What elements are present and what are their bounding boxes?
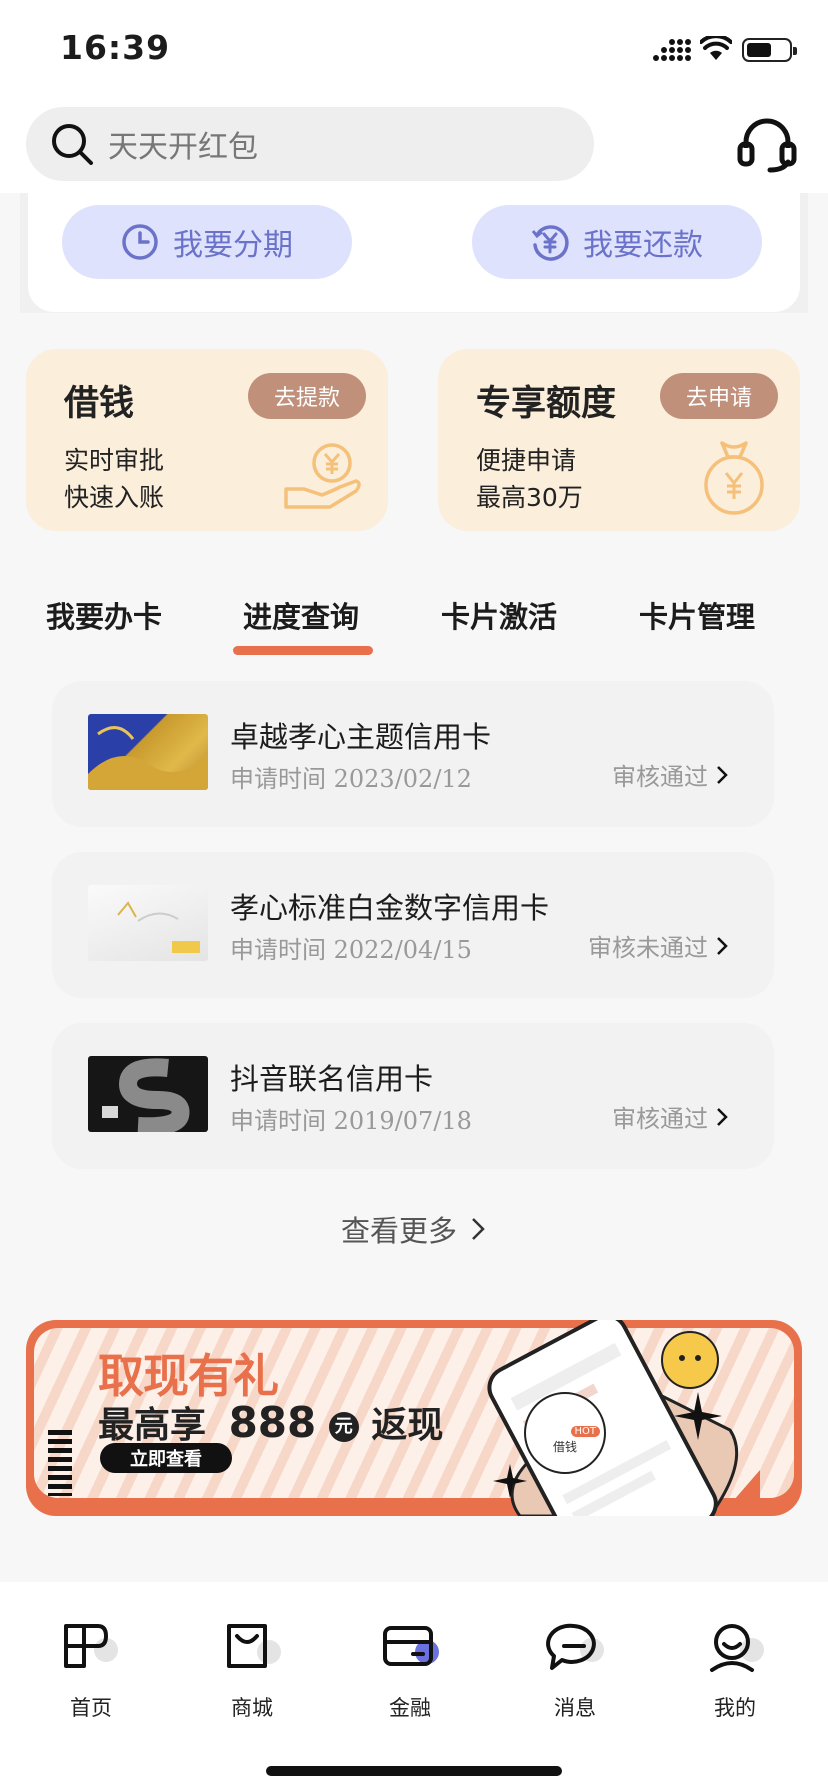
application-item[interactable]: 卓越孝心主题信用卡 申请时间 2023/02/12 审核通过 bbox=[52, 681, 774, 827]
view-more-link[interactable]: 查看更多 bbox=[0, 1208, 828, 1250]
battery-icon bbox=[742, 38, 797, 62]
nav-home[interactable]: 首页 bbox=[31, 1620, 151, 1722]
barcode-decoration bbox=[48, 1430, 72, 1496]
nav-finance-label: 金融 bbox=[389, 1696, 431, 1720]
chevron-right-icon bbox=[472, 1218, 485, 1240]
card-name: 孝心标准白金数字信用卡 bbox=[230, 891, 550, 925]
hot-label: HOT bbox=[570, 1426, 600, 1437]
nav-profile[interactable]: 我的 bbox=[675, 1620, 795, 1722]
cellular-signal-icon bbox=[653, 39, 691, 61]
customer-service-icon[interactable] bbox=[736, 116, 798, 174]
shop-bag-icon bbox=[227, 1624, 281, 1668]
message-icon bbox=[546, 1623, 604, 1670]
nav-shop-label: 商城 bbox=[231, 1696, 273, 1720]
application-date: 申请时间 2022/04/15 bbox=[230, 936, 472, 964]
status-text: 审核通过 bbox=[612, 763, 708, 791]
search-bar[interactable]: 天天开红包 bbox=[26, 107, 594, 181]
withdraw-button[interactable]: 去提款 bbox=[247, 373, 366, 419]
installment-button[interactable]: 我要分期 bbox=[62, 205, 352, 279]
card-thumbnail bbox=[88, 885, 208, 961]
installment-label: 我要分期 bbox=[173, 228, 293, 263]
profile-icon bbox=[710, 1624, 764, 1672]
status-text: 审核通过 bbox=[612, 1105, 708, 1133]
nav-home-label: 首页 bbox=[70, 1696, 112, 1720]
application-date: 申请时间 2019/07/18 bbox=[230, 1107, 472, 1135]
hand-coin-icon bbox=[284, 443, 361, 509]
home-indicator bbox=[266, 1766, 562, 1776]
review-status[interactable]: 审核通过 bbox=[612, 757, 730, 792]
card-name: 抖音联名信用卡 bbox=[230, 1062, 434, 1096]
borrow-hot-badge: HOT 借钱 bbox=[524, 1392, 606, 1474]
banner-subtitle-prefix: 最高享 bbox=[98, 1405, 207, 1446]
chevron-right-icon bbox=[717, 936, 728, 955]
active-tab-indicator bbox=[233, 646, 373, 655]
tab-activate[interactable]: 卡片激活 bbox=[441, 594, 557, 636]
card-thumbnail bbox=[88, 714, 208, 790]
view-more-label: 查看更多 bbox=[340, 1214, 457, 1248]
application-date: 申请时间 2023/02/12 bbox=[230, 765, 472, 793]
tab-progress[interactable]: 进度查询 bbox=[243, 594, 359, 636]
chip-label: 借钱 bbox=[552, 1439, 577, 1454]
banner-unit: 元 bbox=[328, 1412, 359, 1442]
status-text: 审核未通过 bbox=[588, 934, 708, 962]
home-icon bbox=[64, 1624, 118, 1668]
search-placeholder: 天天开红包 bbox=[108, 130, 258, 165]
nav-finance[interactable]: 金融 bbox=[350, 1620, 470, 1722]
phone-illustration bbox=[487, 1320, 760, 1516]
nav-messages-label: 消息 bbox=[554, 1696, 596, 1720]
review-status[interactable]: 审核未通过 bbox=[588, 928, 730, 963]
tab-apply-card[interactable]: 我要办卡 bbox=[46, 594, 162, 636]
apply-button[interactable]: 去申请 bbox=[659, 373, 778, 419]
banner-amount: 888 bbox=[228, 1398, 317, 1447]
banner-cta-button[interactable]: 立即查看 bbox=[100, 1443, 232, 1473]
card-name: 卓越孝心主题信用卡 bbox=[230, 720, 492, 754]
clock-icon bbox=[122, 224, 158, 260]
money-bag-icon bbox=[704, 441, 764, 515]
wifi-icon bbox=[700, 36, 732, 60]
yuan-refresh-icon bbox=[531, 225, 569, 261]
card-thumbnail bbox=[88, 1056, 208, 1132]
nav-shop[interactable]: 商城 bbox=[192, 1620, 312, 1722]
banner-subtitle-suffix: 返现 bbox=[371, 1405, 444, 1446]
chevron-right-icon bbox=[717, 765, 728, 784]
banner-subtitle: 最高享 888 元 返现 bbox=[98, 1396, 443, 1448]
search-icon bbox=[52, 124, 93, 165]
tab-manage[interactable]: 卡片管理 bbox=[639, 594, 755, 636]
card-icon bbox=[383, 1626, 439, 1666]
repay-label: 我要还款 bbox=[583, 228, 703, 263]
application-item[interactable]: 抖音联名信用卡 申请时间 2019/07/18 审核通过 bbox=[52, 1023, 774, 1169]
review-status[interactable]: 审核通过 bbox=[612, 1099, 730, 1134]
nav-profile-label: 我的 bbox=[714, 1696, 756, 1720]
exclusive-limit-card[interactable]: 专享额度 便捷申请 最高30万 去申请 bbox=[438, 349, 800, 531]
repay-button[interactable]: 我要还款 bbox=[472, 205, 762, 279]
chevron-right-icon bbox=[717, 1107, 728, 1126]
application-item[interactable]: 孝心标准白金数字信用卡 申请时间 2022/04/15 审核未通过 bbox=[52, 852, 774, 998]
status-time: 16:39 bbox=[60, 28, 171, 67]
nav-messages[interactable]: 消息 bbox=[515, 1620, 635, 1722]
borrow-card[interactable]: 借钱 实时审批 快速入账 去提款 bbox=[26, 349, 388, 531]
